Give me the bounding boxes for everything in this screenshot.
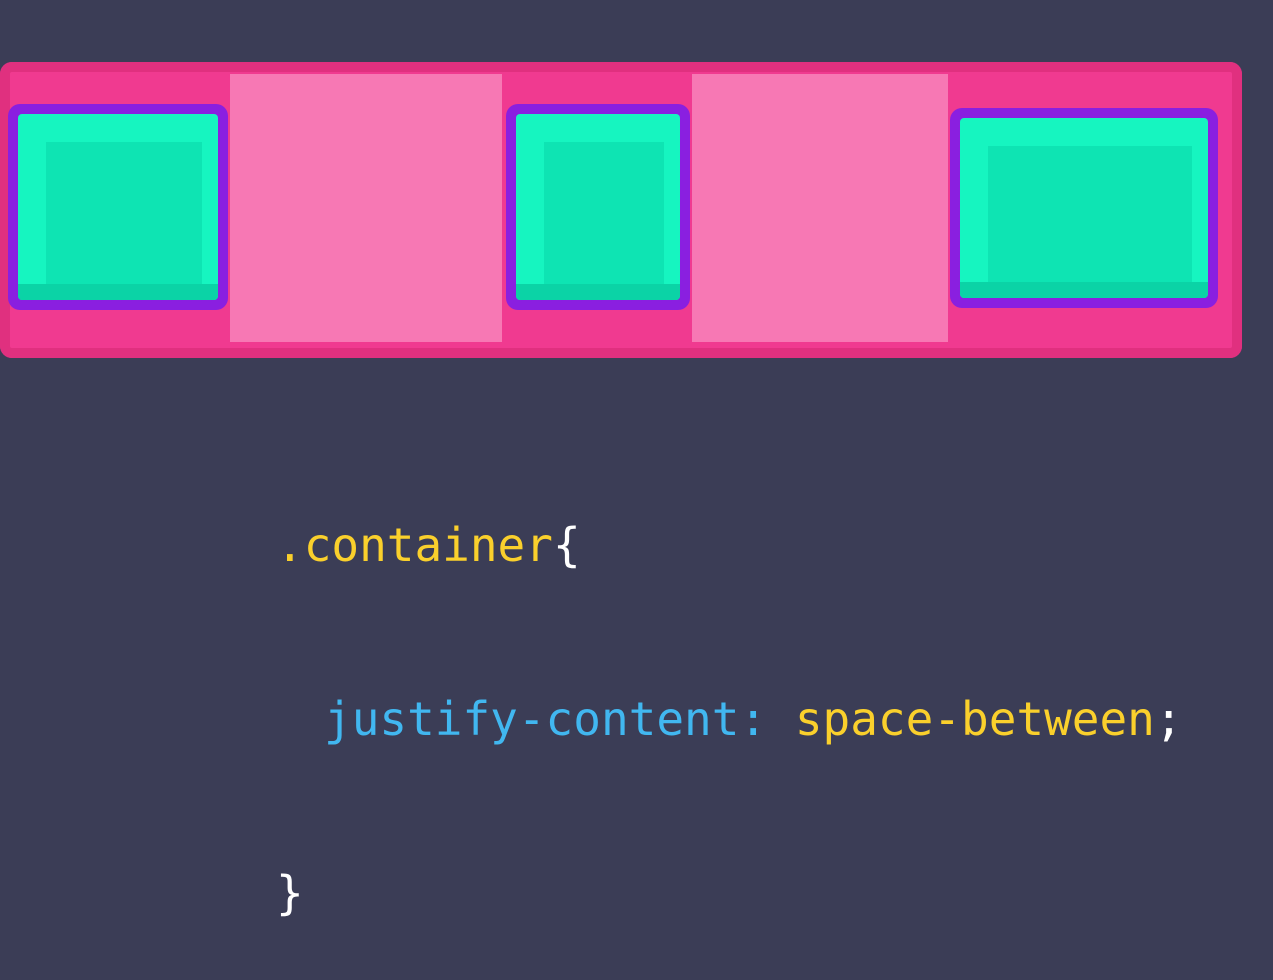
- space-between-gap-2: [692, 74, 948, 342]
- flex-item-2-face: [516, 114, 680, 300]
- flex-item-3: [950, 108, 1218, 308]
- css-value: space-between: [794, 692, 1155, 746]
- flex-item-1-face: [18, 114, 218, 300]
- css-colon: :: [739, 692, 768, 746]
- open-brace: {: [552, 518, 581, 572]
- flex-item-3-face: [960, 118, 1208, 298]
- flex-item-1: [8, 104, 228, 310]
- css-semicolon: ;: [1154, 692, 1183, 746]
- flex-item-2: [506, 104, 690, 310]
- code-line-close: }: [276, 864, 1183, 922]
- code-line-selector: .container{: [276, 516, 1183, 574]
- css-selector: .container: [276, 518, 553, 572]
- css-code-snippet: .container{ justify-content: space-betwe…: [276, 400, 1183, 980]
- code-line-declaration: justify-content: space-between;: [276, 690, 1183, 748]
- css-property: justify-content: [324, 692, 740, 746]
- close-brace: }: [276, 866, 304, 920]
- space-between-gap-1: [230, 74, 502, 342]
